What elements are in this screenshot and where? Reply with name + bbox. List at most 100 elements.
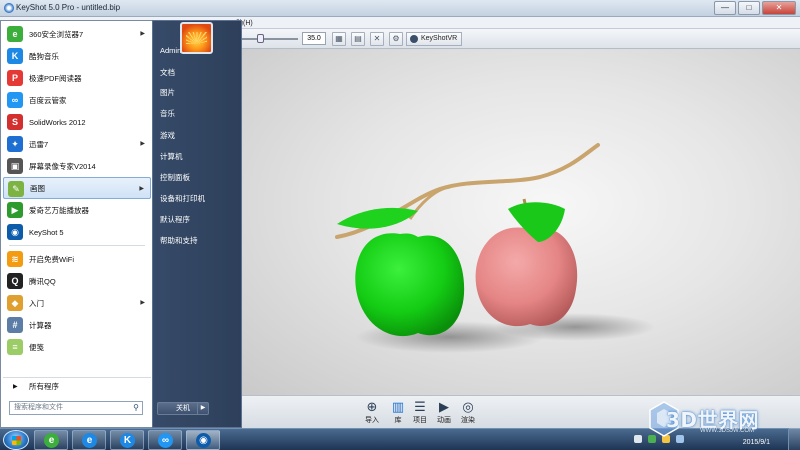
- place-item[interactable]: 音乐: [160, 108, 175, 119]
- internet-explorer-icon: e: [82, 433, 97, 448]
- submenu-arrow-icon: ▶: [139, 186, 144, 192]
- program-icon: ✦: [7, 136, 23, 152]
- program-item[interactable]: P 极速PDF阅读器: [3, 67, 151, 89]
- project-button[interactable]: ☰ 项目: [408, 398, 432, 427]
- render-icon: ◎: [462, 399, 474, 414]
- submenu-arrow-icon: ▶: [140, 141, 145, 147]
- program-label: KeyShot 5: [29, 227, 64, 237]
- program-item[interactable]: ✎ 画图 ▶: [3, 177, 151, 199]
- taskbar-app-baidu-cloud[interactable]: ∞: [148, 430, 182, 450]
- all-programs-item[interactable]: ▶ 所有程序: [3, 377, 151, 395]
- apple-render: [335, 143, 655, 353]
- search-icon: ⚲: [133, 403, 139, 412]
- place-item[interactable]: 控制面板: [160, 172, 190, 183]
- program-item[interactable]: Q 腾讯QQ: [3, 270, 151, 292]
- keyshot-logo-icon: [4, 3, 14, 13]
- program-label: 百度云管家: [29, 95, 67, 105]
- green-apple: [355, 233, 465, 337]
- start-menu-programs-pane: e 360安全浏览器7 ▶ K 酷狗音乐 P 极速PDF阅读器 ∞ 百度云管家 S SolidWor…: [0, 20, 152, 428]
- program-label: 画图: [30, 183, 45, 193]
- place-item[interactable]: 文档: [160, 67, 175, 78]
- library-icon: ▥: [391, 399, 405, 414]
- taskbar-app-kugou[interactable]: K: [110, 430, 144, 450]
- window-controls: — □ ✕: [714, 1, 796, 15]
- arrow-right-icon: ▶: [13, 384, 18, 390]
- program-item[interactable]: ◉ KeyShot 5: [3, 221, 151, 243]
- program-label: 便笺: [29, 342, 44, 352]
- program-icon: ∞: [7, 92, 23, 108]
- taskbar-app-keyshot[interactable]: ◉: [186, 430, 220, 450]
- program-icon: #: [7, 317, 23, 333]
- program-label: 爱奇艺万能播放器: [29, 205, 89, 215]
- window-title: KeyShot 5.0 Pro - untitled.bip: [16, 3, 121, 12]
- submenu-arrow-icon: ▶: [140, 300, 145, 306]
- tray-flag-icon[interactable]: [634, 435, 642, 443]
- render-button[interactable]: ◎ 渲染: [456, 398, 480, 427]
- program-icon: S: [7, 114, 23, 130]
- program-label: SolidWorks 2012: [29, 117, 86, 127]
- maximize-button[interactable]: □: [738, 1, 760, 15]
- place-item[interactable]: 游戏: [160, 130, 175, 141]
- program-label: 酷狗音乐: [29, 51, 59, 61]
- program-item[interactable]: ▣ 屏幕录像专家V2014: [3, 155, 151, 177]
- program-label: 极速PDF阅读器: [29, 73, 82, 83]
- start-button[interactable]: [3, 430, 29, 450]
- program-icon: K: [7, 48, 23, 64]
- place-item[interactable]: 默认程序: [160, 214, 190, 225]
- program-icon: ≋: [7, 251, 23, 267]
- animation-icon: ▶: [439, 399, 449, 414]
- program-item[interactable]: # 计算器: [3, 314, 151, 336]
- watermark-sub: WWW.3DSJW.COM: [700, 428, 754, 434]
- program-icon: Q: [7, 273, 23, 289]
- minimize-button[interactable]: —: [714, 1, 736, 15]
- import-button[interactable]: ⊕ 导入: [360, 398, 384, 427]
- zoom-slider-thumb[interactable]: [257, 34, 264, 43]
- program-item[interactable]: K 酷狗音乐: [3, 45, 151, 67]
- program-label: 迅雷7: [29, 139, 49, 149]
- user-avatar[interactable]: [180, 22, 213, 54]
- program-icon: ▣: [7, 158, 23, 174]
- program-icon: ◆: [7, 295, 23, 311]
- zoom-input[interactable]: 35.0: [302, 32, 326, 45]
- place-item[interactable]: 设备和打印机: [160, 193, 205, 204]
- program-item[interactable]: S SolidWorks 2012: [3, 111, 151, 133]
- grid-icon[interactable]: ▦: [332, 32, 346, 46]
- close-button[interactable]: ✕: [762, 1, 796, 15]
- render-viewport[interactable]: [240, 49, 800, 395]
- settings-gear-icon[interactable]: ⚙: [389, 32, 403, 46]
- kugou-icon: K: [120, 433, 135, 448]
- program-label: 360安全浏览器7: [29, 29, 84, 39]
- program-item[interactable]: ✦ 迅雷7 ▶: [3, 133, 151, 155]
- fit-view-icon[interactable]: ✕: [370, 32, 384, 46]
- shutdown-options-arrow-icon[interactable]: ▶: [197, 403, 208, 414]
- program-item[interactable]: ▶ 爱奇艺万能播放器: [3, 199, 151, 221]
- program-item[interactable]: ≡ 便笺: [3, 336, 151, 358]
- camera-icon[interactable]: ▤: [351, 32, 365, 46]
- program-item[interactable]: ◆ 入门 ▶: [3, 292, 151, 314]
- program-label: 入门: [29, 298, 44, 308]
- zoom-slider[interactable]: [242, 38, 298, 40]
- animation-button[interactable]: ▶ 动画: [432, 398, 456, 427]
- program-label: 屏幕录像专家V2014: [29, 161, 96, 171]
- red-apple: [475, 227, 578, 327]
- separator: [9, 245, 145, 246]
- program-icon: e: [7, 26, 23, 42]
- program-icon: ✎: [8, 181, 24, 197]
- keyshotvr-button[interactable]: KeyShotVR: [406, 32, 463, 46]
- program-item[interactable]: ≋ 开启免费WiFi: [3, 248, 151, 270]
- place-item[interactable]: 计算机: [160, 151, 183, 162]
- start-search-input[interactable]: 搜索程序和文件 ⚲: [9, 401, 143, 415]
- program-icon: ◉: [7, 224, 23, 240]
- program-label: 开启免费WiFi: [29, 254, 74, 264]
- library-button[interactable]: ▥ 库: [386, 398, 410, 427]
- place-item[interactable]: 帮助和支持: [160, 235, 198, 246]
- taskbar-app-internet-explorer[interactable]: e: [72, 430, 106, 450]
- taskbar-app-ie-360[interactable]: e: [34, 430, 68, 450]
- program-label: 计算器: [29, 320, 52, 330]
- program-icon: P: [7, 70, 23, 86]
- program-item[interactable]: ∞ 百度云管家: [3, 89, 151, 111]
- search-placeholder: 搜索程序和文件: [14, 404, 63, 411]
- program-item[interactable]: e 360安全浏览器7 ▶: [3, 23, 151, 45]
- place-item[interactable]: 图片: [160, 87, 175, 98]
- program-label: 腾讯QQ: [29, 276, 56, 286]
